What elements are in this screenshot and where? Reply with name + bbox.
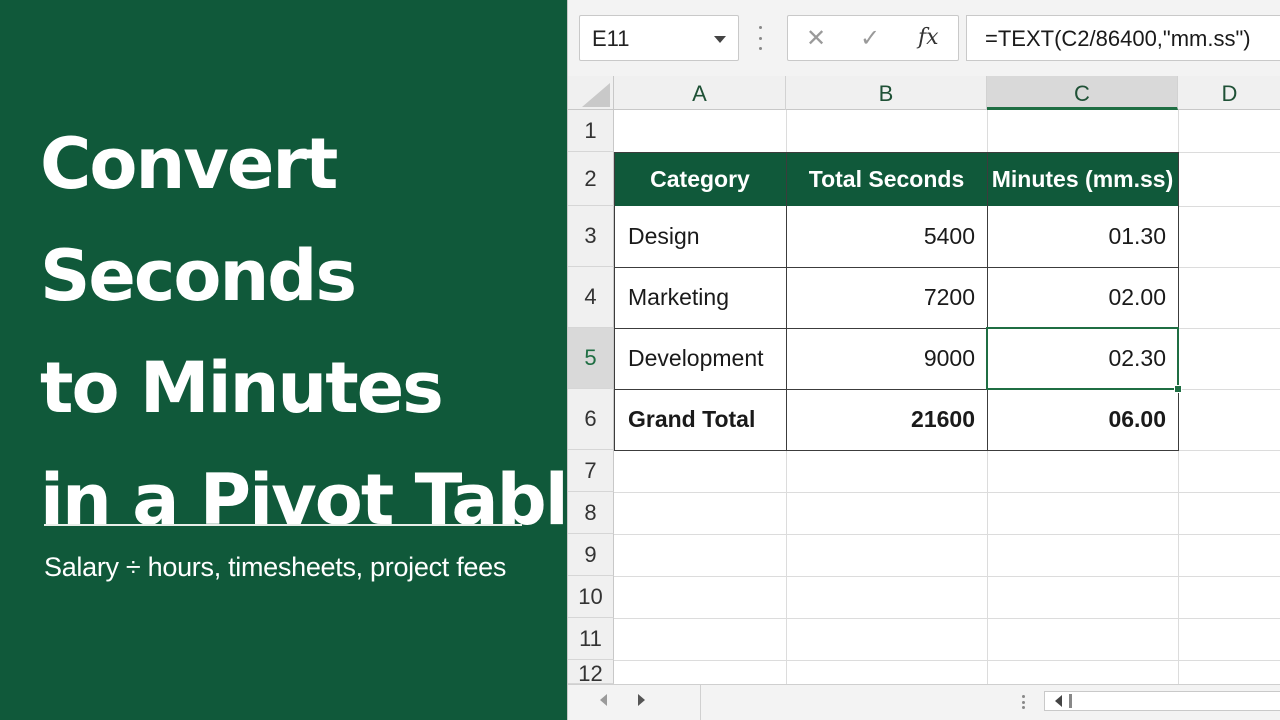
title-line-1: Convert xyxy=(40,123,338,205)
horizontal-scrollbar[interactable] xyxy=(1044,691,1280,711)
cell-seconds[interactable]: 7200 xyxy=(786,267,987,328)
gridline xyxy=(1178,328,1280,329)
column-header-b[interactable]: B xyxy=(786,76,987,110)
enter-icon[interactable]: ✓ xyxy=(860,24,880,53)
title-divider xyxy=(44,524,522,526)
cell-minutes[interactable]: 02.00 xyxy=(987,267,1178,328)
row-header-1[interactable]: 1 xyxy=(568,110,614,152)
resize-handle-icon[interactable] xyxy=(758,26,762,50)
row-header-3[interactable]: 3 xyxy=(568,206,614,267)
row-header-5[interactable]: 5 xyxy=(568,328,614,389)
title-line-2: Seconds xyxy=(40,235,357,317)
cancel-icon[interactable]: ✕ xyxy=(806,24,826,53)
gridline xyxy=(614,618,1280,619)
subtitle: Salary ÷ hours, timesheets, project fees xyxy=(44,552,507,582)
row-header-2[interactable]: 2 xyxy=(568,152,614,206)
row-header-7[interactable]: 7 xyxy=(568,450,614,492)
column-header-row: A B C D xyxy=(568,76,1280,110)
scroll-left-icon[interactable] xyxy=(1055,695,1062,707)
cell-grand-total-label[interactable]: Grand Total xyxy=(614,389,786,450)
title-line-4: in a Pivot Table xyxy=(40,459,614,541)
chevron-down-icon[interactable] xyxy=(714,36,726,43)
cell-seconds[interactable]: 9000 xyxy=(786,328,987,389)
cell-minutes[interactable]: 01.30 xyxy=(987,206,1178,267)
table-border xyxy=(614,328,1178,329)
insert-function-icon[interactable]: fx xyxy=(918,25,939,50)
fill-handle[interactable] xyxy=(1174,385,1182,393)
gridline xyxy=(1178,206,1280,207)
table-border xyxy=(987,152,988,450)
cell-category[interactable]: Marketing xyxy=(614,267,786,328)
scroll-right-icon[interactable] xyxy=(638,694,645,706)
gridline xyxy=(614,576,1280,577)
cell-category[interactable]: Development xyxy=(614,328,786,389)
select-all-icon[interactable] xyxy=(568,76,614,110)
row-header-8[interactable]: 8 xyxy=(568,492,614,534)
formula-input[interactable]: =TEXT(C2/86400,"mm.ss") xyxy=(966,15,1280,61)
table-border xyxy=(614,389,1178,390)
table-header-total-seconds[interactable]: Total Seconds xyxy=(786,152,987,206)
cell-seconds[interactable]: 5400 xyxy=(786,206,987,267)
gridline xyxy=(614,534,1280,535)
title-line-3: to Minutes xyxy=(40,347,444,429)
row-header-10[interactable]: 10 xyxy=(568,576,614,618)
row-header-12[interactable]: 12 xyxy=(568,660,614,684)
row-header-4[interactable]: 4 xyxy=(568,267,614,328)
page-title: Convert Seconds to Minutes in a Pivot Ta… xyxy=(40,108,614,556)
table-header-category[interactable]: Category xyxy=(614,152,786,206)
cell-category[interactable]: Design xyxy=(614,206,786,267)
name-box-value: E11 xyxy=(592,26,630,51)
formula-buttons: ✕ ✓ fx xyxy=(787,15,959,61)
table-border xyxy=(786,152,787,450)
title-panel: Convert Seconds to Minutes in a Pivot Ta… xyxy=(0,0,614,720)
row-header-9[interactable]: 9 xyxy=(568,534,614,576)
cell-grand-total-minutes[interactable]: 06.00 xyxy=(987,389,1178,450)
spreadsheet-window: E11 ✕ ✓ fx =TEXT(C2/86400,"mm.ss") A B C… xyxy=(567,0,1280,720)
gridline xyxy=(1178,267,1280,268)
gridline xyxy=(1178,110,1179,720)
scrollbar-thumb[interactable] xyxy=(1069,694,1072,708)
gridline xyxy=(614,660,1280,661)
column-header-a[interactable]: A xyxy=(614,76,786,110)
cell-minutes[interactable]: 02.30 xyxy=(987,328,1178,389)
table-header-minutes[interactable]: Minutes (mm.ss) xyxy=(987,152,1178,206)
row-header-11[interactable]: 11 xyxy=(568,618,614,660)
scroll-left-icon[interactable] xyxy=(600,694,607,706)
name-box[interactable]: E11 xyxy=(579,15,739,61)
table-border xyxy=(614,267,1178,268)
gridline xyxy=(1178,389,1280,390)
resize-handle-icon[interactable] xyxy=(1022,695,1026,709)
formula-bar: E11 ✕ ✓ fx =TEXT(C2/86400,"mm.ss") xyxy=(568,0,1280,76)
divider xyxy=(700,685,701,720)
column-header-c[interactable]: C xyxy=(987,76,1178,110)
row-header-6[interactable]: 6 xyxy=(568,389,614,450)
sheet-tab-bar xyxy=(568,684,1280,720)
gridline xyxy=(614,492,1280,493)
column-header-d[interactable]: D xyxy=(1178,76,1280,110)
cell-grand-total-seconds[interactable]: 21600 xyxy=(786,389,987,450)
gridline xyxy=(1178,450,1280,451)
